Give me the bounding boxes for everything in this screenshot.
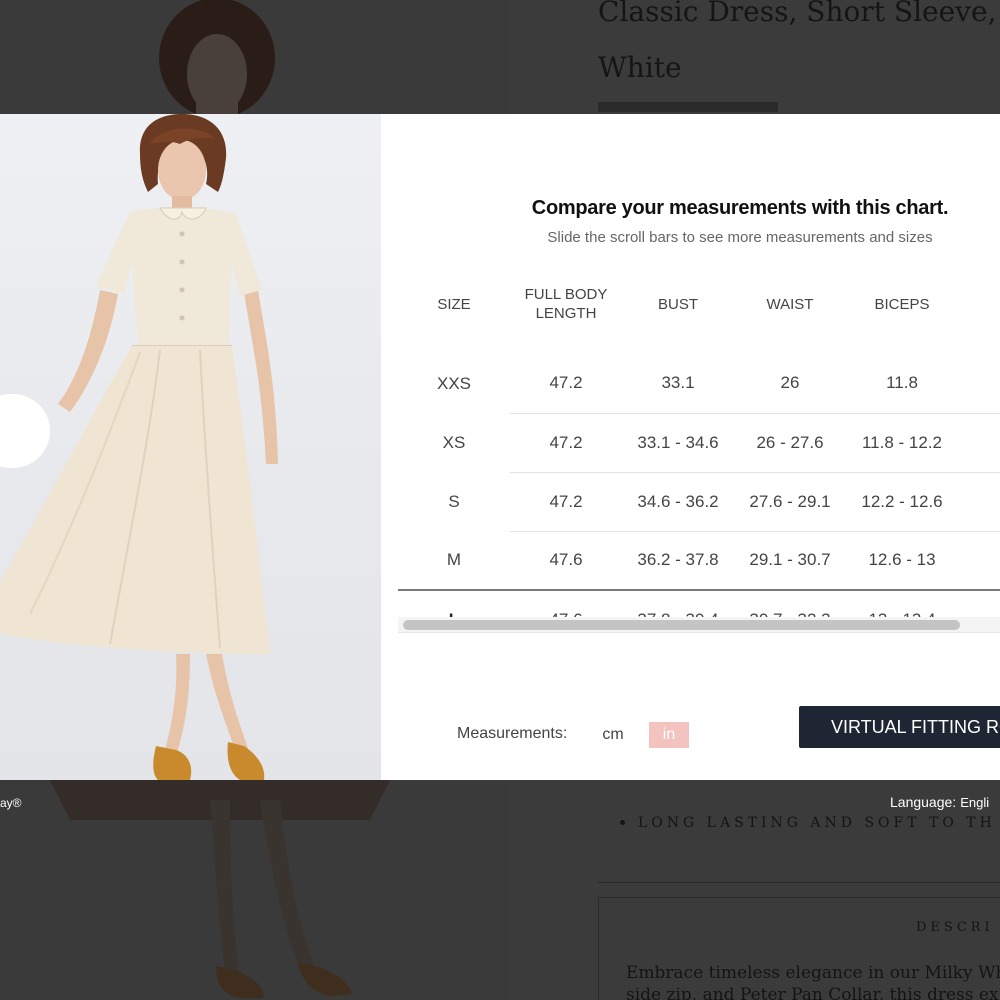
bust-cell: 36.2 - 37.8: [622, 531, 734, 591]
dress-illustration: [0, 114, 278, 780]
size-cell: XXS: [436, 373, 472, 393]
length-cell: 47.6: [510, 590, 622, 618]
table-row[interactable]: XXS 47.2 33.1 26 11.8: [398, 354, 1000, 414]
background-model-photo-bottom: [50, 780, 390, 998]
table-row-selected[interactable]: L 47.6 37.8 - 39.4 30.7 - 32.3 13 - 13.4: [398, 590, 1000, 618]
table-row[interactable]: S 47.2 34.6 - 36.2 27.6 - 29.1 12.2 - 12…: [398, 472, 1000, 532]
table-row[interactable]: M 47.6 36.2 - 37.8 29.1 - 30.7 12.6 - 13: [398, 531, 1000, 591]
waist-cell: 26: [734, 354, 846, 414]
scrollbar-thumb[interactable]: [403, 620, 960, 630]
bust-cell: 34.6 - 36.2: [622, 472, 734, 532]
size-table-scroll-area[interactable]: SIZE FULL BODY LENGTH BUST WAIST BICEPS …: [398, 254, 1000, 618]
size-cell-selected: L: [398, 590, 510, 618]
description-text: Embrace timeless elegance in our Milky W…: [626, 963, 1000, 1000]
language-selector[interactable]: Language: Engli: [890, 794, 989, 810]
language-value[interactable]: Engli: [960, 795, 989, 810]
waist-cell: 27.6 - 29.1: [734, 472, 846, 532]
waist-cell: 26 - 27.6: [734, 413, 846, 473]
length-cell: 47.2: [510, 472, 622, 532]
overflow-cell: [958, 590, 1000, 618]
biceps-cell: 11.8: [846, 354, 958, 414]
bullet-dot: [620, 820, 625, 825]
column-header-biceps: BICEPS: [874, 295, 930, 313]
length-cell: 47.6: [510, 531, 622, 591]
feature-bullet: LONG LASTING AND SOFT TO TH: [638, 815, 996, 831]
table-header-row: SIZE FULL BODY LENGTH BUST WAIST BICEPS …: [398, 254, 1000, 354]
biceps-cell: 12.2 - 12.6: [846, 472, 958, 532]
length-cell: 47.2: [510, 413, 622, 473]
waist-cell: 30.7 - 32.3: [734, 590, 846, 618]
measurements-label: Measurements:: [457, 725, 568, 742]
language-label: Language:: [890, 794, 957, 810]
column-header-bust: BUST: [657, 295, 698, 313]
bust-cell: 37.8 - 39.4: [622, 590, 734, 618]
column-header-full-body-length: FULL BODY LENGTH: [524, 286, 608, 322]
background-model-photo-top: [159, 0, 275, 114]
virtual-fitting-room-button[interactable]: VIRTUAL FITTING RO: [799, 706, 1000, 748]
column-header-next: A: [958, 254, 1000, 354]
overflow-cell: [958, 531, 1000, 591]
length-cell: 47.2: [510, 354, 622, 414]
column-header-size: SIZE: [437, 295, 471, 313]
column-header-waist: WAIST: [766, 295, 814, 313]
footer-brand: ay®: [0, 796, 22, 810]
biceps-cell: 11.8 - 12.2: [846, 413, 958, 473]
model-photo: [0, 114, 381, 780]
chart-title: Compare your measurements with this char…: [531, 197, 949, 219]
price-placeholder: [598, 102, 778, 112]
size-cell: XS: [442, 432, 466, 452]
product-title: Classic Dress, Short Sleeve, F White: [598, 0, 1000, 84]
bust-cell: 33.1 - 34.6: [622, 413, 734, 473]
table-row[interactable]: XS 47.2 33.1 - 34.6 26 - 27.6 11.8 - 12.…: [398, 413, 1000, 473]
bust-cell: 33.1: [622, 354, 734, 414]
horizontal-scrollbar[interactable]: [398, 617, 1000, 633]
biceps-cell: 13 - 13.4: [846, 590, 958, 618]
size-chart-modal: Compare your measurements with this char…: [0, 114, 1000, 780]
waist-cell: 29.1 - 30.7: [734, 531, 846, 591]
unit-toggle-cm[interactable]: cm: [592, 722, 634, 748]
overflow-cell: [958, 354, 1000, 414]
divider: [598, 882, 1000, 883]
size-cell: S: [448, 491, 460, 511]
description-label: DESCRI: [916, 920, 994, 935]
size-table: SIZE FULL BODY LENGTH BUST WAIST BICEPS …: [398, 254, 1000, 618]
chart-subtitle: Slide the scroll bars to see more measur…: [547, 229, 933, 246]
size-cell: M: [398, 531, 510, 591]
biceps-cell: 12.6 - 13: [846, 531, 958, 591]
overflow-cell: [958, 472, 1000, 532]
overflow-cell: [958, 413, 1000, 473]
unit-toggle-in[interactable]: in: [649, 722, 689, 748]
